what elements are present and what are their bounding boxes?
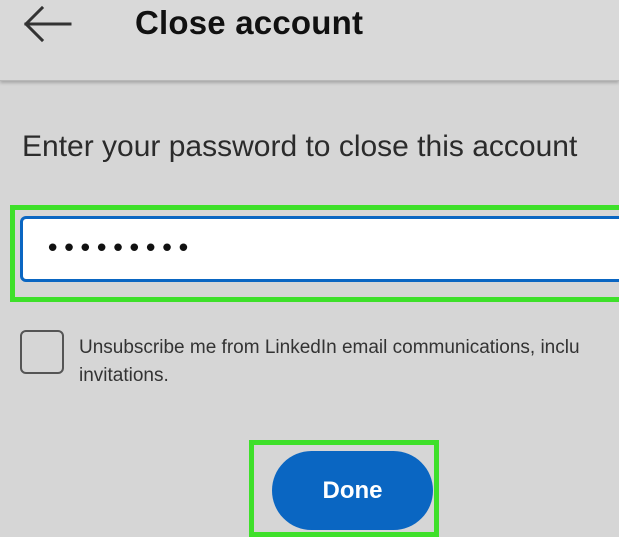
unsubscribe-checkbox-label: Unsubscribe me from LinkedIn email commu… bbox=[79, 334, 619, 390]
unsubscribe-checkbox[interactable] bbox=[20, 330, 64, 374]
done-button[interactable]: Done bbox=[272, 451, 433, 530]
page-title: Close account bbox=[135, 4, 364, 41]
password-input[interactable] bbox=[20, 216, 619, 282]
back-button[interactable] bbox=[18, 2, 74, 46]
password-prompt: Enter your password to close this accoun… bbox=[22, 130, 578, 163]
unsubscribe-label-line1: Unsubscribe me from LinkedIn email commu… bbox=[79, 337, 580, 358]
app-header: Close account bbox=[0, 0, 619, 81]
unsubscribe-label-line2: invitations. bbox=[79, 365, 169, 386]
arrow-left-icon bbox=[23, 5, 72, 43]
